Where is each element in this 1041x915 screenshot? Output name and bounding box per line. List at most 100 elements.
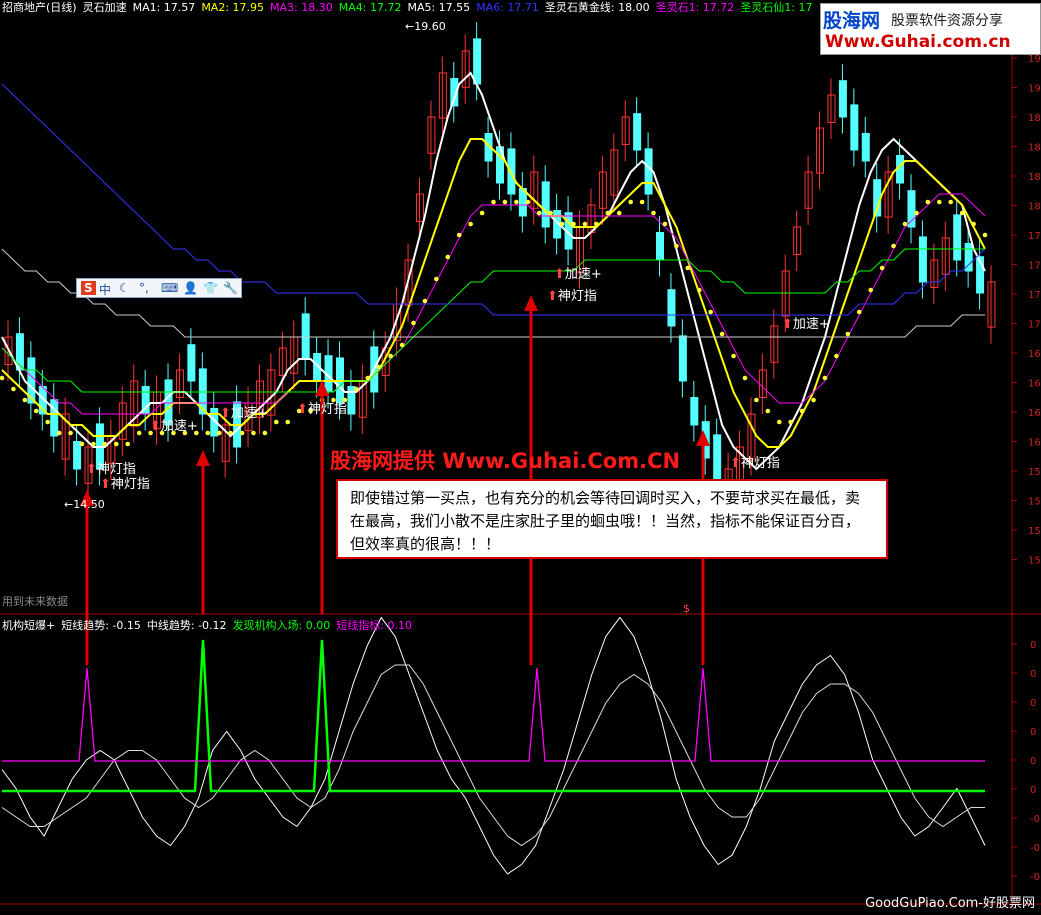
golden-line-dot	[422, 298, 428, 304]
golden-line-dot	[959, 210, 965, 216]
golden-line-dot	[879, 265, 885, 271]
golden-line-dot	[502, 199, 508, 205]
user-icon[interactable]: 👤	[183, 281, 198, 295]
ime-mode[interactable]: 中	[99, 281, 111, 298]
golden-line-dot	[868, 287, 873, 293]
y-tick-label: 17	[1028, 290, 1041, 301]
golden-line-dot	[822, 375, 828, 381]
sub-y-tick-label: 0	[1030, 698, 1036, 709]
golden-line-dot	[628, 199, 633, 205]
future-data-note: 用到未来数据	[2, 595, 68, 608]
golden-line-dot	[548, 210, 553, 216]
golden-line-dot	[662, 221, 668, 227]
sub-y-tick-label: 0	[1030, 727, 1036, 738]
golden-line-dot	[525, 199, 531, 205]
golden-line-dot	[411, 320, 416, 326]
guhai-logo[interactable]: 股海网 股票软件资源分享 Www.Guhai.com.cn	[820, 3, 1041, 55]
golden-line-dot	[251, 430, 256, 436]
golden-line-dot	[45, 419, 51, 425]
sub-y-tick-label: 0	[1030, 756, 1036, 767]
golden-line-dot	[22, 397, 28, 403]
golden-line-dot	[651, 210, 656, 216]
golden-line-dot	[536, 210, 542, 216]
shendeng-signal: ⬆神灯指	[100, 477, 150, 492]
y-tick-label: 16	[1028, 349, 1041, 360]
golden-line-dot	[456, 232, 462, 238]
punctuation-icon[interactable]: °,	[139, 281, 149, 295]
golden-line-dot	[594, 221, 599, 227]
y-tick-label: 19	[1028, 84, 1041, 95]
ma-legend-item: 圣灵石1: 17.72	[655, 1, 735, 14]
golden-line-dot	[891, 243, 896, 249]
golden-line-dot	[845, 331, 851, 337]
ime-toolbar[interactable]: S 中 ☾ °, ⌨ 👤 👕 🔧	[76, 278, 242, 298]
price-chart-legend: 招商地产(日线) 灵石加速 MA1: 17.57 MA2: 17.95 MA3: 18.…	[2, 1, 825, 15]
candle-body	[838, 80, 847, 118]
shendeng-signal: ⬆神灯指	[297, 402, 347, 417]
golden-line-dot	[79, 441, 85, 447]
price-high-marker: ←19.60	[405, 20, 446, 33]
golden-line-dot	[639, 199, 645, 205]
ma-legend-item: MA3: 18.30	[270, 1, 333, 14]
y-tick-label: 18	[1028, 202, 1041, 213]
sub-y-tick-label: 0	[1030, 785, 1036, 796]
golden-line-dot	[571, 221, 576, 227]
golden-line-dot	[216, 430, 222, 436]
golden-line-dot	[685, 265, 691, 271]
ma-legend-item: MA2: 17.95	[201, 1, 265, 14]
golden-line-dot	[925, 199, 931, 205]
golden-line-dot	[788, 419, 793, 425]
golden-line-dot	[811, 397, 816, 403]
candle-body	[861, 133, 870, 162]
keyboard-icon[interactable]: ⌨	[161, 281, 178, 295]
logo-url: Www.Guhai.com.cn	[825, 32, 1011, 52]
golden-line-dot	[776, 419, 782, 425]
golden-line-dot	[91, 441, 96, 447]
golden-line-dot	[274, 419, 279, 425]
y-tick-label: 15	[1028, 497, 1041, 508]
golden-line-dot	[674, 243, 679, 249]
shendeng-signal: ⬆神灯指	[730, 456, 780, 471]
ma-legend-item: MA6: 17.71	[476, 1, 539, 14]
candle-body	[301, 313, 310, 360]
golden-line-dot	[559, 221, 565, 227]
indicator-legend-item: 短线指标: 0.10	[336, 619, 412, 632]
golden-line-dot	[616, 210, 622, 216]
golden-line-dot	[514, 199, 519, 205]
shirt-icon[interactable]: 👕	[203, 281, 218, 295]
golden-line-dot	[468, 221, 473, 227]
golden-line-dot	[445, 254, 451, 260]
golden-line-dot	[902, 221, 908, 227]
sub-y-tick-label: 0	[1030, 640, 1036, 651]
golden-line-dot	[399, 342, 405, 348]
wrench-icon[interactable]: 🔧	[223, 281, 238, 295]
y-tick-label: 15	[1028, 467, 1041, 478]
price-high-value: 19.60	[414, 20, 446, 33]
golden-line-dot	[971, 221, 976, 227]
ma-legend-item: 圣灵石黄金线: 18.00	[544, 1, 650, 14]
ime-logo-icon[interactable]: S	[81, 281, 96, 295]
signal-label: 神灯指	[557, 289, 597, 304]
y-tick-label: 16	[1028, 379, 1041, 390]
indicator-legend-item: 发现机构入场: 0.00	[232, 619, 331, 632]
logo-brand: 股海网	[823, 10, 881, 32]
sub-y-tick-label: -0	[1030, 872, 1040, 883]
golden-line-dot	[754, 397, 759, 403]
golden-line-dot	[11, 386, 16, 392]
golden-line-dot	[376, 364, 382, 370]
signal-arrow-head	[524, 295, 538, 311]
moon-icon[interactable]: ☾	[119, 281, 130, 295]
y-tick-label: 15	[1028, 526, 1041, 537]
price-low-value: 14.50	[73, 498, 105, 511]
golden-line-dot	[742, 375, 748, 381]
golden-line-dot	[605, 210, 611, 216]
golden-line-dot	[285, 419, 291, 425]
logo-slogan: 股票软件资源分享	[891, 13, 1003, 29]
candle-body	[690, 397, 699, 426]
candle-body	[50, 399, 59, 437]
golden-line-dot	[708, 309, 713, 315]
notice-box: 即使错过第一买点，也有充分的机会等待回调时买入，不要苛求买在最低，卖在最高，我们…	[336, 479, 888, 559]
signal-label: 加速+	[792, 317, 830, 332]
ma-legend-item: 圣灵石仙1: 17	[740, 1, 813, 14]
signal-label: 神灯指	[110, 477, 150, 492]
